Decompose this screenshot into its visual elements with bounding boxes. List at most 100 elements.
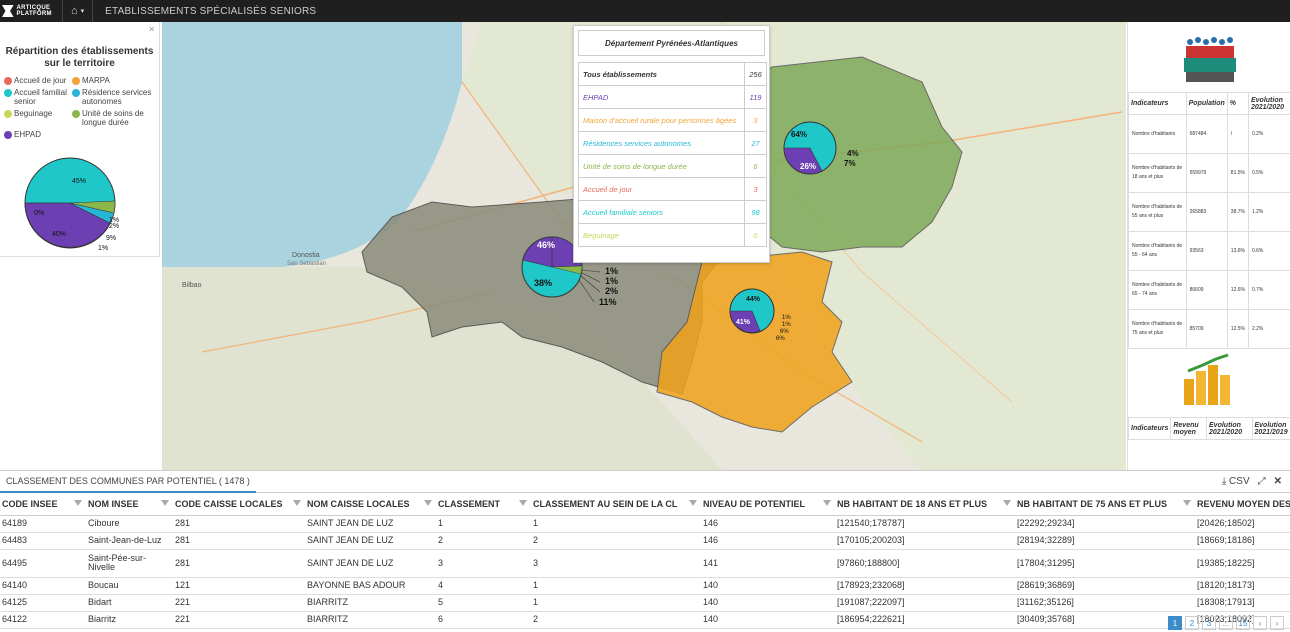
col-header-nb-18[interactable]: NB HABITANT DE 18 ANS ET PLUS — [835, 493, 1015, 516]
col-header: Indicateurs — [1128, 92, 1187, 115]
popup-row-value: 6 — [744, 154, 767, 178]
popup-row-label: Tous établissements — [578, 62, 745, 86]
legend-pie-label-7: 1% — [98, 245, 108, 252]
pie-hp-label-4: 1% — [782, 322, 791, 328]
legend-item-beguinage: Beguinage — [4, 109, 72, 127]
table-row[interactable]: 64483 Saint-Jean-de-Luz 281 SAINT JEAN DE L… — [0, 532, 1290, 550]
popup-row-value: 256 — [744, 62, 767, 86]
col-header: Population — [1185, 92, 1228, 115]
pagination: 1 2 3 ... 15 ‹ › — [1168, 616, 1284, 630]
filter-icon[interactable] — [519, 500, 527, 506]
legend-marker-icon — [72, 89, 80, 97]
logo-text: ARTICQUE PLATFORM — [16, 5, 52, 17]
logo-icon — [2, 5, 14, 17]
pie-pa-label-accueil-familial: 38% — [534, 278, 552, 288]
pie-pa-label-5: 2% — [605, 286, 618, 296]
app-logo[interactable]: ARTICQUE PLATFORM — [0, 5, 62, 17]
page-button[interactable]: 15 — [1236, 616, 1250, 630]
popup-row: Unité de soins de longue durée 6 — [578, 154, 767, 178]
popup-row-label: Unité de soins de longue durée — [578, 154, 745, 178]
table-row[interactable]: 64125 Bidart 221 BIARRITZ 5 1 140 [191087;22209… — [0, 594, 1290, 612]
page-ellipsis: ... — [1219, 616, 1233, 630]
popup-row: Accueil de jour 3 — [578, 177, 767, 201]
chevron-down-icon: ▾ — [80, 8, 85, 15]
col-header-classement[interactable]: CLASSEMENT — [436, 493, 531, 516]
popup-row-value: 98 — [744, 200, 767, 224]
popup-row-value: 119 — [744, 85, 767, 109]
prev-page-icon[interactable]: ‹ — [1253, 616, 1267, 630]
legend-pie-label-1: 45% — [72, 178, 86, 185]
page-button[interactable]: 1 — [1168, 616, 1182, 630]
popup-row-label: Maison d'accueil rurale pour personnes â… — [578, 108, 745, 132]
legend-item-residence-services: Résidence services autonomes — [72, 88, 160, 106]
pie-landes-label-2: 4% — [847, 149, 859, 158]
home-menu-button[interactable]: ⌂ ▾ — [62, 0, 94, 22]
indicator-row: Nombre d'habitants 687484/0.2% — [1128, 114, 1290, 154]
filter-icon[interactable] — [161, 500, 169, 506]
page-button[interactable]: 2 — [1185, 616, 1199, 630]
legend-title: Répartition des établissements sur le te… — [5, 46, 154, 69]
col-header-nb-75[interactable]: NB HABITANT DE 75 ANS ET PLUS — [1015, 493, 1195, 516]
download-icon: ⤓ — [1221, 476, 1227, 487]
indicator-row: Nombre d'habitants de 18 ans et plus 5599… — [1128, 153, 1290, 193]
indicator-row: Nombre d'habitants de 55 - 64 ans 93563 13… — [1128, 231, 1290, 271]
col-header-revenu[interactable]: REVENU MOYEN DES M — [1195, 493, 1290, 516]
csv-export-button[interactable]: ⤓ CSV — [1222, 476, 1250, 487]
next-page-icon[interactable]: › — [1270, 616, 1284, 630]
pie-landes-label-1: 64% — [791, 130, 807, 139]
pie-pa-label-3: 1% — [605, 266, 618, 276]
filter-icon[interactable] — [74, 500, 82, 506]
popup-row-value: 3 — [744, 108, 767, 132]
popup-row-label: EHPAD — [578, 85, 745, 109]
legend-pie-label-3: 0% — [34, 210, 44, 217]
expand-icon[interactable]: ⤢ — [1258, 476, 1266, 487]
legend-marker-icon — [4, 110, 12, 118]
legend-pie-chart: 45% 40% 0% 1% 2% 9% 1% — [24, 157, 119, 252]
pie-pa-label-6: 11% — [599, 297, 617, 307]
popup-row: Tous établissements 256 — [578, 62, 767, 86]
ranking-table: CODE INSEE NOM INSEE CODE CAISSE LOCALES… — [0, 493, 1290, 629]
col-header: Evolution 2021/2019 — [1251, 417, 1290, 440]
table-row[interactable]: 64189 Ciboure 281 SAINT JEAN DE LUZ 1 1 146 [12… — [0, 515, 1290, 533]
filter-icon[interactable] — [1003, 500, 1011, 506]
legend-item-accueil-familial: Accueil familial senior — [4, 88, 72, 106]
department-popup: Département Pyrénées-Atlantiques Tous ét… — [573, 25, 770, 263]
tab-classement[interactable]: CLASSEMENT DES COMMUNES PAR POTENTIEL ( … — [0, 471, 256, 493]
map-label-san-sebastian: San Sebastian — [287, 261, 326, 267]
indicator-row: Nombre d'habitants de 55 ans et plus 2658… — [1128, 192, 1290, 232]
col-header: Revenu moyen — [1170, 417, 1208, 440]
col-header: Evolution 2021/2020 — [1206, 417, 1253, 440]
popup-row: Maison d'accueil rurale pour personnes â… — [578, 108, 767, 132]
col-header-niveau[interactable]: NIVEAU DE POTENTIEL — [701, 493, 835, 516]
table-row[interactable]: 64495 Saint-Pée-sur-Nivelle 281 SAINT JEAN … — [0, 549, 1290, 578]
filter-icon[interactable] — [424, 500, 432, 506]
popup-row-label: Beguinage — [578, 223, 745, 247]
legend-pie-label-2: 40% — [52, 231, 66, 238]
col-header-nom-caisse[interactable]: NOM CAISSE LOCALES — [305, 493, 436, 516]
col-header-code-insee[interactable]: CODE INSEE — [0, 493, 86, 516]
legend-panel: ✕ Répartition des établissements sur le … — [0, 22, 160, 257]
pie-pa-label-4: 1% — [605, 276, 618, 286]
money-icon — [1184, 353, 1230, 405]
ranking-panel: CLASSEMENT DES COMMUNES PAR POTENTIEL ( … — [0, 470, 1290, 632]
pie-hp-label-2: 41% — [736, 319, 751, 326]
close-icon[interactable]: ✕ — [1274, 476, 1282, 487]
filter-icon[interactable] — [293, 500, 301, 506]
legend-marker-icon — [4, 89, 12, 97]
filter-icon[interactable] — [1183, 500, 1191, 506]
table-row[interactable]: 64140 Boucau 121 BAYONNE BAS ADOUR 4 1 140 [178… — [0, 577, 1290, 595]
popup-row: Accueil familiale seniors 98 — [578, 200, 767, 224]
col-header-nom-insee[interactable]: NOM INSEE — [86, 493, 173, 516]
col-header-classement-cl[interactable]: CLASSEMENT AU SEIN DE LA CL — [531, 493, 701, 516]
popup-row-value: 3 — [744, 177, 767, 201]
filter-icon[interactable] — [823, 500, 831, 506]
legend-item-usld: Unité de soins de longue durée — [72, 109, 160, 127]
popup-row-value: 0 — [744, 223, 767, 247]
close-icon[interactable]: ✕ — [148, 25, 155, 34]
popup-row-value: 27 — [744, 131, 767, 155]
filter-icon[interactable] — [689, 500, 697, 506]
col-header-code-caisse[interactable]: CODE CAISSE LOCALES — [173, 493, 305, 516]
table-row[interactable]: 64122 Biarritz 221 BIARRITZ 6 2 140 [186954;222… — [0, 611, 1290, 629]
popup-row-label: Résidences services autonomes — [578, 131, 745, 155]
page-button[interactable]: 3 — [1202, 616, 1216, 630]
